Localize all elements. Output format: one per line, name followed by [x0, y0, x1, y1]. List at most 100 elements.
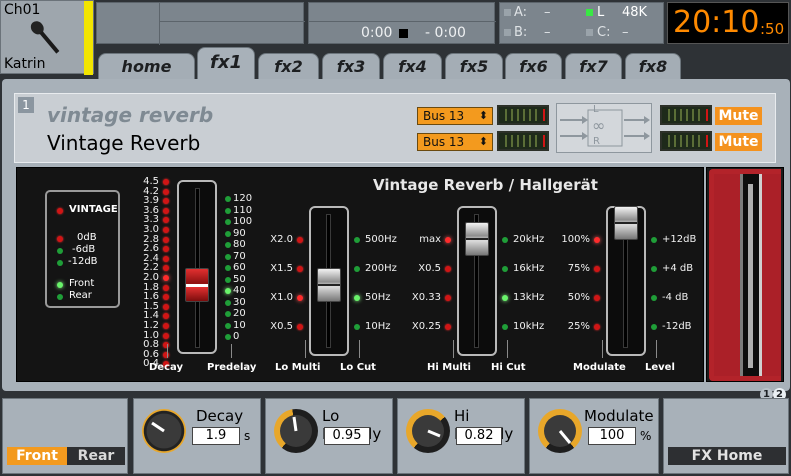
- output-fader-handle[interactable]: [748, 184, 753, 368]
- predelay-scale-label: 80: [233, 239, 246, 250]
- decay-value[interactable]: 1.9: [192, 427, 240, 445]
- predelay-scale-label: 30: [233, 296, 246, 308]
- modulate-label: Modulate: [573, 362, 626, 373]
- tab-fx4[interactable]: fx4: [383, 53, 442, 79]
- decay-led: [163, 207, 169, 214]
- lo-cut-scale-label: 50Hz: [365, 292, 391, 303]
- predelay-label: Predelay: [207, 362, 257, 373]
- lo-cut-led: [354, 266, 360, 272]
- input-meter-top: [497, 105, 549, 125]
- modulate-value[interactable]: 100: [588, 427, 636, 445]
- level-led: [651, 324, 657, 330]
- tab-fx6[interactable]: fx6: [505, 53, 562, 79]
- fader-frame: [709, 169, 781, 381]
- tab-fx8[interactable]: fx8: [625, 53, 681, 79]
- lo-multi-led: [297, 237, 303, 243]
- vintage-level-6db: -6dB: [72, 244, 96, 255]
- decay-fader-handle[interactable]: [185, 268, 209, 302]
- hi-multiply-knob[interactable]: [406, 409, 450, 453]
- decay-led: [163, 227, 169, 233]
- tab-fx7[interactable]: fx7: [565, 53, 622, 79]
- modulate-label: Modulate: [584, 407, 654, 425]
- lo-multiply-knob[interactable]: [274, 409, 318, 453]
- lo-multi-leader: [305, 340, 306, 358]
- bus-select-top[interactable]: Bus 13: [417, 107, 493, 125]
- decay-knob[interactable]: [142, 409, 186, 453]
- sample-rate: 48K: [622, 5, 648, 20]
- channel-select-box[interactable]: Ch01 Katrin: [0, 0, 94, 75]
- scribble-panel: [96, 2, 305, 45]
- predelay-scale-label: 0: [233, 331, 240, 342]
- lo-multi-fader-handle[interactable]: [317, 268, 341, 302]
- front-button[interactable]: Front: [7, 447, 67, 465]
- tab-fx5[interactable]: fx5: [445, 53, 503, 79]
- fx-home-panel: FX Home: [663, 398, 789, 474]
- modulate-led: [594, 295, 600, 301]
- hi-multiply-value[interactable]: 0.82: [456, 427, 502, 445]
- decay-unit: s: [244, 429, 251, 443]
- vintage-front: Front: [69, 278, 95, 289]
- microphone-icon: [30, 21, 60, 54]
- predelay-led: [225, 265, 231, 271]
- lo-multi-scale-label: X0.5: [270, 321, 293, 332]
- predelay-led: [225, 196, 231, 202]
- predelay-led: [225, 253, 231, 260]
- modulate-scale-label: 50%: [567, 292, 590, 303]
- hi-multi-led: [445, 266, 451, 272]
- level-scale-label: -4 dB: [662, 292, 689, 303]
- vintage-box: VINTAGE 0dB -6dB -12dB Front Rear: [45, 190, 120, 308]
- fx-graphic-panel: Vintage Reverb / Hallgerät VINTAGE 0dB -…: [16, 167, 704, 382]
- playback-panel: 0:00 - 0:00: [308, 2, 496, 44]
- level-led: [651, 266, 657, 272]
- hi-multi-scale-label: X0.25: [411, 321, 441, 332]
- tab-fx3[interactable]: fx3: [322, 53, 380, 79]
- decay-led: [163, 332, 169, 339]
- lo-cut-scale-label: 200Hz: [365, 263, 397, 274]
- slot-title[interactable]: Vintage Reverb: [47, 131, 200, 155]
- infinity-icon: ∞: [592, 116, 606, 135]
- lo-cut-scale-label: 10Hz: [365, 321, 391, 332]
- status-b-value: –: [544, 25, 551, 40]
- decay-led: [163, 236, 169, 243]
- vintage-level-12db: -12dB: [68, 256, 98, 267]
- tab-home[interactable]: home: [98, 53, 195, 79]
- hi-multi-fader-handle[interactable]: [465, 222, 489, 256]
- predelay-scale-label: 60: [233, 262, 246, 273]
- tab-fx1[interactable]: fx1: [197, 47, 255, 79]
- clock-time: 20:10: [673, 5, 760, 40]
- modulate-scale-label: 25%: [567, 321, 590, 332]
- status-a-label: A:: [514, 5, 528, 20]
- rear-button[interactable]: Rear: [67, 447, 125, 465]
- bus-select-bottom[interactable]: Bus 13: [417, 133, 493, 151]
- level-label: Level: [645, 362, 675, 373]
- tab-fx2[interactable]: fx2: [258, 53, 319, 79]
- vintage-level-0db: 0dB: [77, 232, 97, 243]
- predelay-led: [225, 311, 231, 317]
- hi-cut-led: [502, 324, 508, 330]
- lo-cut-led: [354, 295, 360, 301]
- lo-multi-led: [297, 266, 303, 272]
- hi-multi-leader: [453, 340, 454, 358]
- modulate-fader-handle[interactable]: [614, 206, 638, 240]
- lo-multiply-knob-panel: Lo Multiply 0.95: [265, 398, 393, 474]
- fx-title: Vintage Reverb / Hallgerät: [373, 176, 598, 194]
- hi-cut-scale-label: 10kHz: [513, 321, 545, 332]
- hi-multi-led: [445, 295, 451, 301]
- modulate-scale-label: 100%: [561, 234, 590, 245]
- mute-button-top[interactable]: Mute: [715, 107, 762, 125]
- mute-button-bottom[interactable]: Mute: [715, 133, 762, 151]
- level-led: [651, 295, 657, 301]
- front-rear-panel: Front Rear: [2, 398, 128, 474]
- lo-multiply-value[interactable]: 0.95: [324, 427, 370, 445]
- decay-led: [163, 188, 169, 195]
- hi-multiply-knob-panel: Hi Multiply 0.82: [397, 398, 525, 474]
- predelay-led: [225, 322, 231, 329]
- stop-icon[interactable]: [399, 29, 408, 38]
- level-scale-label: +4 dB: [662, 263, 694, 274]
- predelay-scale-label: 10: [233, 319, 246, 331]
- lo-cut-scale-label: 500Hz: [365, 234, 397, 245]
- modulate-knob[interactable]: [538, 409, 582, 453]
- predelay-led: [225, 276, 231, 283]
- routing-l-label: L: [593, 104, 599, 115]
- fx-home-button[interactable]: FX Home: [668, 447, 786, 465]
